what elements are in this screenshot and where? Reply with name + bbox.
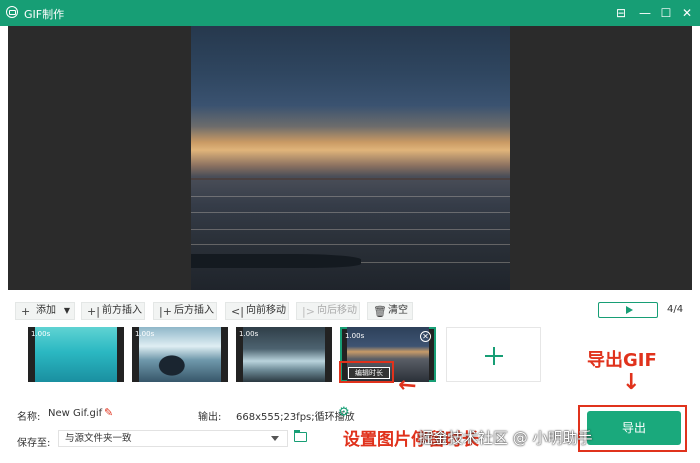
- folder-icon[interactable]: [294, 430, 307, 442]
- maximize-icon[interactable]: ☐: [657, 4, 675, 22]
- add-button[interactable]: + 添加 ▼: [15, 302, 75, 320]
- output-label: 输出:: [198, 412, 222, 423]
- move-backward-icon: |>: [302, 305, 315, 318]
- close-icon[interactable]: ✕: [678, 4, 696, 22]
- insert-after-label: 后方插入: [174, 305, 214, 316]
- insert-after-icon: |+: [159, 305, 172, 318]
- save-location-value: 与源文件夹一致: [65, 433, 132, 444]
- preview-image: [191, 26, 510, 290]
- chevron-down-icon: [271, 436, 279, 441]
- move-forward-button[interactable]: <| 向前移动: [225, 302, 289, 320]
- watermark: 掘金技术社区 @ 小明助手: [418, 429, 593, 447]
- window-title: GIF制作: [24, 8, 65, 21]
- preview-area: [8, 26, 692, 290]
- save-location-select[interactable]: 与源文件夹一致: [58, 430, 288, 447]
- arrow-icon: ↓: [622, 370, 641, 395]
- edit-duration-highlight: [339, 361, 394, 383]
- frame-thumbnail-1[interactable]: 1.00s: [28, 327, 124, 382]
- edit-pencil-icon[interactable]: ✎: [104, 406, 113, 419]
- frame-thumbnail-3[interactable]: 1.00s: [236, 327, 332, 382]
- app-logo-icon: [6, 6, 18, 18]
- dropdown-caret-icon[interactable]: ▼: [64, 303, 70, 319]
- minimize-icon[interactable]: —: [636, 4, 654, 22]
- export-button[interactable]: 导出: [587, 411, 681, 445]
- clear-label: 清空: [388, 305, 408, 316]
- name-field[interactable]: New Gif.gif: [48, 408, 102, 419]
- move-forward-label: 向前移动: [246, 305, 286, 316]
- save-label: 保存至:: [17, 438, 51, 449]
- insert-after-button[interactable]: |+ 后方插入: [153, 302, 217, 320]
- add-frame-button[interactable]: [446, 327, 541, 382]
- insert-before-icon: +|: [87, 305, 100, 318]
- page-count: 4/4: [667, 304, 684, 315]
- title-bar: GIF制作 ⊟ — ☐ ✕: [0, 0, 700, 26]
- output-value: 668x555;23fps;循环播放: [236, 412, 355, 423]
- move-backward-button[interactable]: |> 向后移动: [296, 302, 360, 320]
- remove-frame-icon[interactable]: ✕: [420, 331, 431, 342]
- frame-thumbnail-2[interactable]: 1.00s: [132, 327, 228, 382]
- frame-duration: 1.00s: [239, 330, 259, 338]
- move-forward-icon: <|: [231, 305, 244, 318]
- frame-duration: 1.00s: [345, 332, 365, 340]
- add-label: 添加: [36, 305, 56, 316]
- clear-button[interactable]: 🗑 清空: [367, 302, 413, 320]
- export-gif-annotation: 导出GIF: [587, 350, 657, 371]
- plus-icon: +: [21, 305, 31, 318]
- trash-icon: 🗑: [373, 305, 387, 318]
- settings-gear-icon[interactable]: ⚙: [338, 405, 350, 420]
- move-backward-label: 向后移动: [317, 305, 357, 316]
- name-label: 名称:: [17, 412, 41, 423]
- insert-before-label: 前方插入: [102, 305, 142, 316]
- frame-duration: 1.00s: [135, 330, 155, 338]
- frame-duration: 1.00s: [31, 330, 51, 338]
- restore-icon[interactable]: ⊟: [612, 4, 630, 22]
- insert-before-button[interactable]: +| 前方插入: [81, 302, 145, 320]
- play-button[interactable]: [598, 302, 658, 318]
